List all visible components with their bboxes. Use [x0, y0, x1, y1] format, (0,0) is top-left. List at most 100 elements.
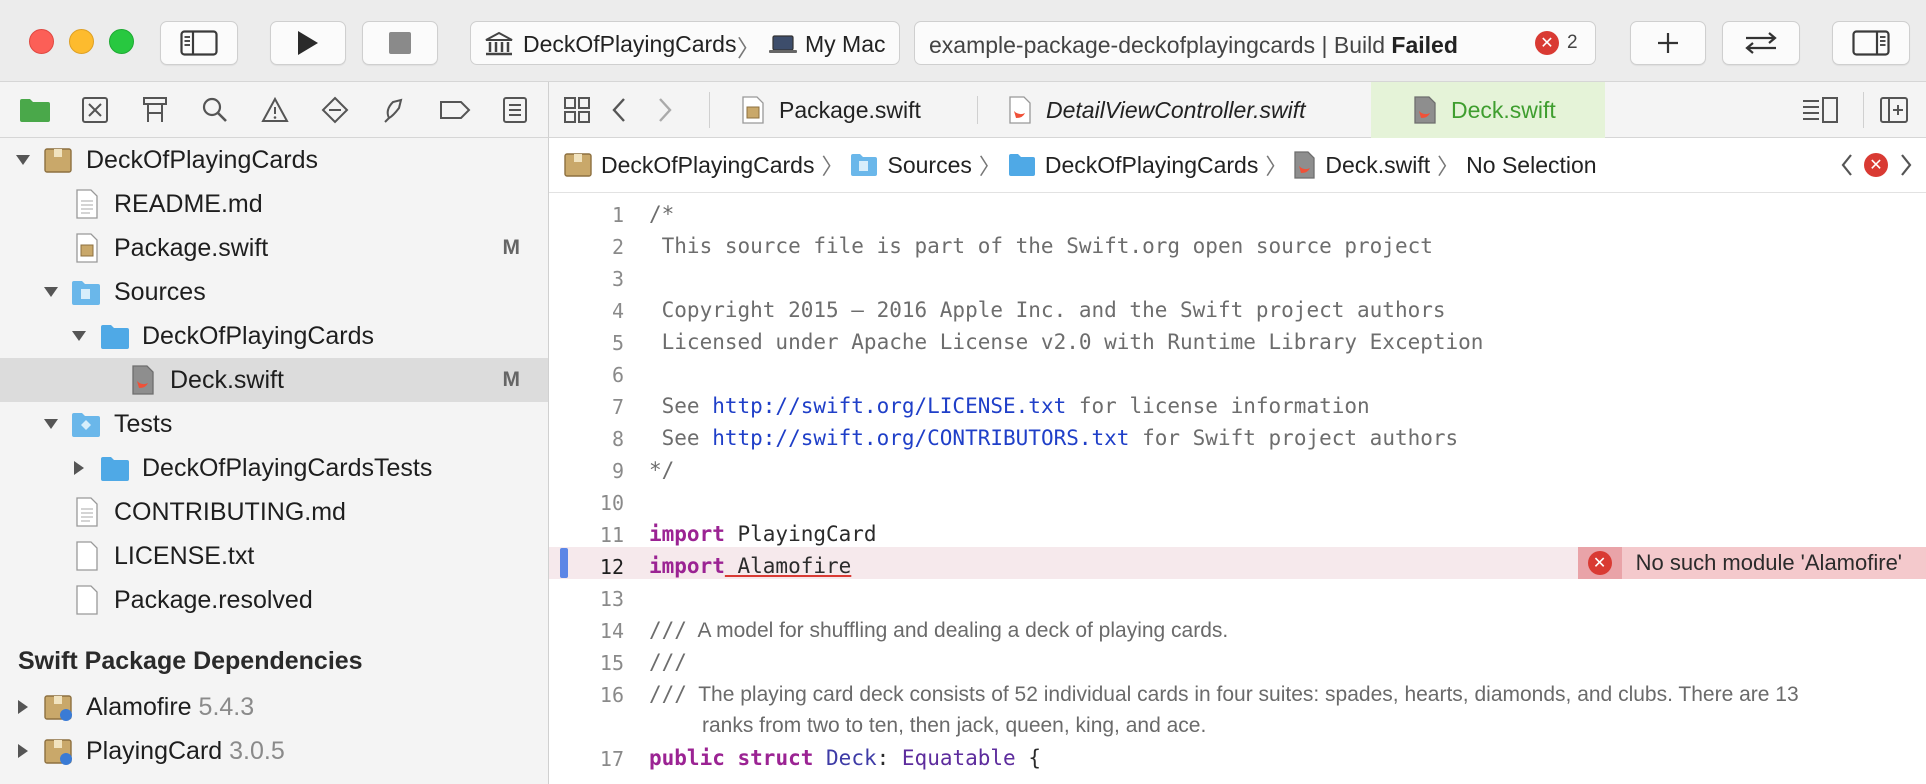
license-link[interactable]: http://swift.org/LICENSE.txt — [712, 394, 1066, 418]
disclosure-expanded-icon[interactable] — [42, 283, 60, 301]
breadcrumb-file[interactable]: Deck.swift — [1294, 151, 1430, 179]
zoom-window-button[interactable] — [109, 29, 134, 54]
line-number: 1 — [611, 203, 624, 227]
tree-item-tests-folder[interactable]: DeckOfPlayingCardsTests — [0, 446, 548, 490]
tab-deck-swift[interactable]: Deck.swift — [1371, 82, 1605, 138]
add-editor-button[interactable] — [1879, 96, 1909, 129]
tab-package-swift[interactable]: Package.swift — [727, 82, 955, 138]
minimize-window-button[interactable] — [69, 29, 94, 54]
error-count-indicator[interactable]: ✕ 2 — [1535, 31, 1578, 55]
stop-button[interactable] — [362, 21, 438, 65]
swift-file-icon — [1294, 151, 1316, 179]
doc-prefix: /// — [649, 650, 687, 674]
comment-text: for license information — [1066, 394, 1370, 418]
forward-button[interactable] — [657, 97, 673, 128]
disclosure-expanded-icon[interactable] — [70, 327, 88, 345]
tree-item-project-root[interactable]: DeckOfPlayingCards — [0, 138, 548, 182]
previous-issue-button[interactable] — [1840, 153, 1854, 183]
disclosure-expanded-icon[interactable] — [42, 415, 60, 433]
dependency-item-playingcard[interactable]: PlayingCard 3.0.5 — [0, 729, 548, 773]
dependency-item-alamofire[interactable]: Alamofire 5.4.3 — [0, 685, 548, 729]
keyword: import — [649, 554, 725, 578]
code-line: See http://swift.org/LICENSE.txt for lic… — [649, 394, 1370, 418]
inspector-icon — [1852, 30, 1890, 56]
symbol-navigator-tab[interactable] — [139, 94, 171, 126]
tree-item-license[interactable]: LICENSE.txt — [0, 534, 548, 578]
status-project-label: example-package-deckofplayingcards | Bui… — [929, 32, 1386, 58]
navigator-selector-bar — [0, 82, 549, 138]
tree-item-deck-swift[interactable]: Deck.swift M — [0, 358, 548, 402]
scheme-selector[interactable]: DeckOfPlayingCards 〉 My Mac — [470, 21, 900, 65]
project-navigator-tab[interactable] — [19, 94, 51, 126]
next-issue-button[interactable] — [1899, 153, 1913, 183]
tree-item-label: Deck.swift — [170, 365, 284, 394]
run-button[interactable] — [270, 21, 346, 65]
tree-item-readme[interactable]: README.md — [0, 182, 548, 226]
tree-item-sources-folder[interactable]: DeckOfPlayingCards — [0, 314, 548, 358]
source-folder-icon — [72, 281, 100, 305]
toggle-inspector-button[interactable] — [1832, 21, 1910, 65]
disclosure-expanded-icon[interactable] — [14, 151, 32, 169]
back-button[interactable] — [611, 97, 627, 128]
disclosure-collapsed-icon[interactable] — [70, 459, 88, 477]
find-navigator-tab[interactable] — [199, 94, 231, 126]
code-review-button[interactable] — [1722, 21, 1800, 65]
toggle-navigator-button[interactable] — [160, 21, 238, 65]
tree-item-label: Tests — [114, 409, 173, 438]
report-navigator-tab[interactable] — [499, 94, 531, 126]
editor-options-button[interactable] — [1801, 96, 1839, 129]
close-window-button[interactable] — [29, 29, 54, 54]
tree-item-package-resolved[interactable]: Package.resolved — [0, 578, 548, 622]
line-number: 5 — [611, 331, 624, 355]
debug-navigator-tab[interactable] — [379, 94, 411, 126]
disclosure-collapsed-icon[interactable] — [14, 698, 32, 716]
tab-detail-view-controller[interactable]: DetailViewController.swift — [994, 82, 1334, 138]
disclosure-collapsed-icon[interactable] — [14, 742, 32, 760]
scheme-separator: 〉 — [737, 35, 760, 61]
source-editor[interactable]: 1 2 3 4 5 6 7 8 9 10 11 12 13 14 15 16 1… — [549, 193, 1926, 784]
swift-file-icon — [1009, 96, 1031, 124]
keyword: struct — [737, 746, 814, 770]
error-count-label: 2 — [1567, 32, 1578, 53]
breadcrumb-symbol[interactable]: No Selection — [1466, 152, 1596, 179]
tree-item-package-swift[interactable]: Package.swift M — [0, 226, 548, 270]
tab-label: Package.swift — [779, 96, 921, 123]
breadcrumb-sources[interactable]: Sources — [850, 152, 972, 179]
issue-navigator-tab[interactable] — [259, 94, 291, 126]
breadcrumb-project[interactable]: DeckOfPlayingCards — [564, 152, 814, 179]
tab-divider — [977, 96, 978, 124]
tree-item-label: Package.resolved — [114, 585, 313, 614]
breadcrumb-label: No Selection — [1466, 151, 1597, 178]
folder-icon — [101, 457, 129, 481]
breakpoint-navigator-tab[interactable] — [439, 94, 471, 126]
related-items-button[interactable] — [563, 96, 591, 129]
tree-item-label: Package.swift — [114, 233, 269, 262]
tab-divider — [709, 92, 710, 128]
line-number: 4 — [611, 299, 624, 323]
test-icon — [321, 96, 349, 124]
doc-comment-line: /// — [649, 650, 687, 675]
contributors-link[interactable]: http://swift.org/CONTRIBUTORS.txt — [712, 426, 1129, 450]
inline-error-message[interactable]: ✕ No such module 'Alamofire' — [1577, 547, 1926, 579]
debug-icon — [384, 98, 403, 123]
source-control-navigator-tab[interactable] — [79, 94, 111, 126]
protocol-name: Equatable — [901, 746, 1016, 770]
code-line: /* — [649, 202, 675, 226]
breadcrumb-folder[interactable]: DeckOfPlayingCards — [1008, 152, 1258, 179]
issue-error-icon[interactable]: ✕ — [1864, 153, 1888, 177]
tree-item-label: DeckOfPlayingCardsTests — [142, 453, 433, 482]
breadcrumb-chevron: 〉 — [1437, 154, 1460, 179]
tree-item-contributing[interactable]: CONTRIBUTING.md — [0, 490, 548, 534]
tree-item-tests[interactable]: Tests — [0, 402, 548, 446]
tree-item-label: CONTRIBUTING.md — [114, 497, 346, 526]
library-add-button[interactable] — [1630, 21, 1706, 65]
breadcrumb-chevron: 〉 — [821, 154, 844, 179]
package-scheme-icon — [485, 31, 513, 56]
tree-item-sources[interactable]: Sources — [0, 270, 548, 314]
code-line: This source file is part of the Swift.or… — [649, 234, 1433, 258]
laptop-icon — [769, 35, 797, 53]
code-line: Licensed under Apache License v2.0 with … — [649, 330, 1484, 354]
comment-text: See — [649, 426, 713, 450]
test-navigator-tab[interactable] — [319, 94, 351, 126]
source-folder-icon — [851, 154, 878, 176]
